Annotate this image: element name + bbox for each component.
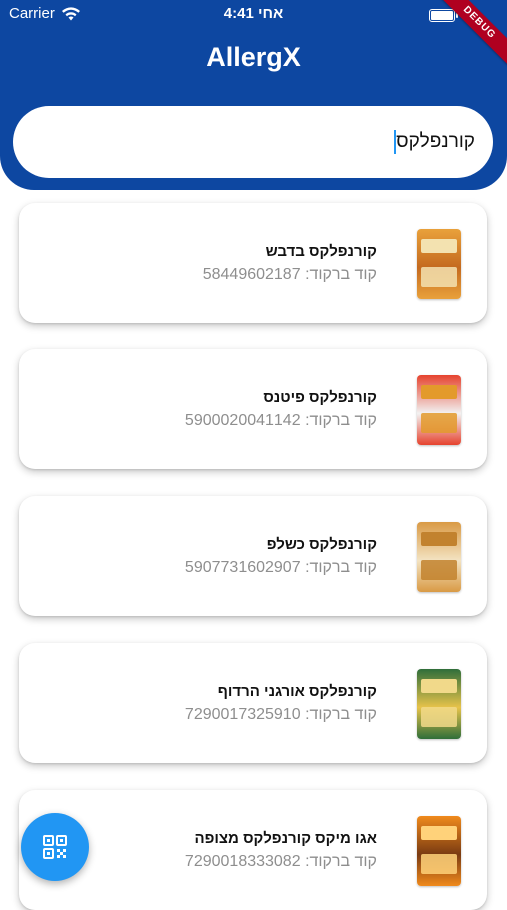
- barcode-label: קוד ברקוד:: [305, 266, 377, 283]
- search-input[interactable]: קורנפלקס: [13, 106, 493, 178]
- app-header: Carrier 4:41 אחי DEBUG AllergX קורנפלקס: [0, 0, 507, 190]
- barcode-value: 7290017325910: [184, 706, 301, 723]
- product-card[interactable]: קורנפלקס כשלפ קוד ברקוד: 5907731602907: [19, 496, 487, 616]
- barcode-label: קוד ברקוד:: [305, 706, 377, 723]
- qr-scan-icon: [43, 835, 67, 859]
- barcode-value: 7290018333082: [184, 853, 301, 870]
- product-image: [417, 522, 461, 592]
- product-image: [417, 375, 461, 445]
- barcode-line: קוד ברקוד: 7290018333082: [185, 853, 377, 871]
- product-name: קורנפלקס בדבש: [265, 243, 377, 260]
- barcode-line: קוד ברקוד: 5907731602907: [185, 559, 377, 577]
- product-image: [417, 229, 461, 299]
- battery-icon: [429, 9, 458, 22]
- barcode-value: 5907731602907: [184, 559, 301, 576]
- status-bar: Carrier 4:41 אחי: [0, 0, 507, 30]
- product-card[interactable]: קורנפלקס אורגני הרדוף קוד ברקוד: 7290017…: [19, 643, 487, 763]
- barcode-value: 5900020041142: [184, 412, 301, 429]
- barcode-line: קוד ברקוד: 58449602187: [203, 266, 377, 284]
- app-title: AllergX: [206, 42, 301, 72]
- product-image: [417, 669, 461, 739]
- barcode-label: קוד ברקוד:: [305, 412, 377, 429]
- barcode-label: קוד ברקוד:: [305, 559, 377, 576]
- product-card[interactable]: קורנפלקס פיטנס קוד ברקוד: 5900020041142: [19, 349, 487, 469]
- barcode-line: קוד ברקוד: 5900020041142: [185, 412, 377, 430]
- product-card[interactable]: אגו מיקס קורנפלקס מצופה קוד ברקוד: 72900…: [19, 790, 487, 910]
- product-name: קורנפלקס פיטנס: [263, 389, 377, 406]
- product-name: קורנפלקס אורגני הרדוף: [217, 683, 377, 700]
- product-name: קורנפלקס כשלפ: [266, 536, 377, 553]
- product-name: אגו מיקס קורנפלקס מצופה: [194, 830, 377, 847]
- barcode-line: קוד ברקוד: 7290017325910: [185, 706, 377, 724]
- product-card[interactable]: קורנפלקס בדבש קוד ברקוד: 58449602187: [19, 203, 487, 323]
- barcode-label: קוד ברקוד:: [305, 853, 377, 870]
- barcode-value: 58449602187: [202, 266, 301, 283]
- product-image: [417, 816, 461, 886]
- search-value: קורנפלקס: [396, 131, 475, 152]
- scan-barcode-button[interactable]: [21, 813, 89, 881]
